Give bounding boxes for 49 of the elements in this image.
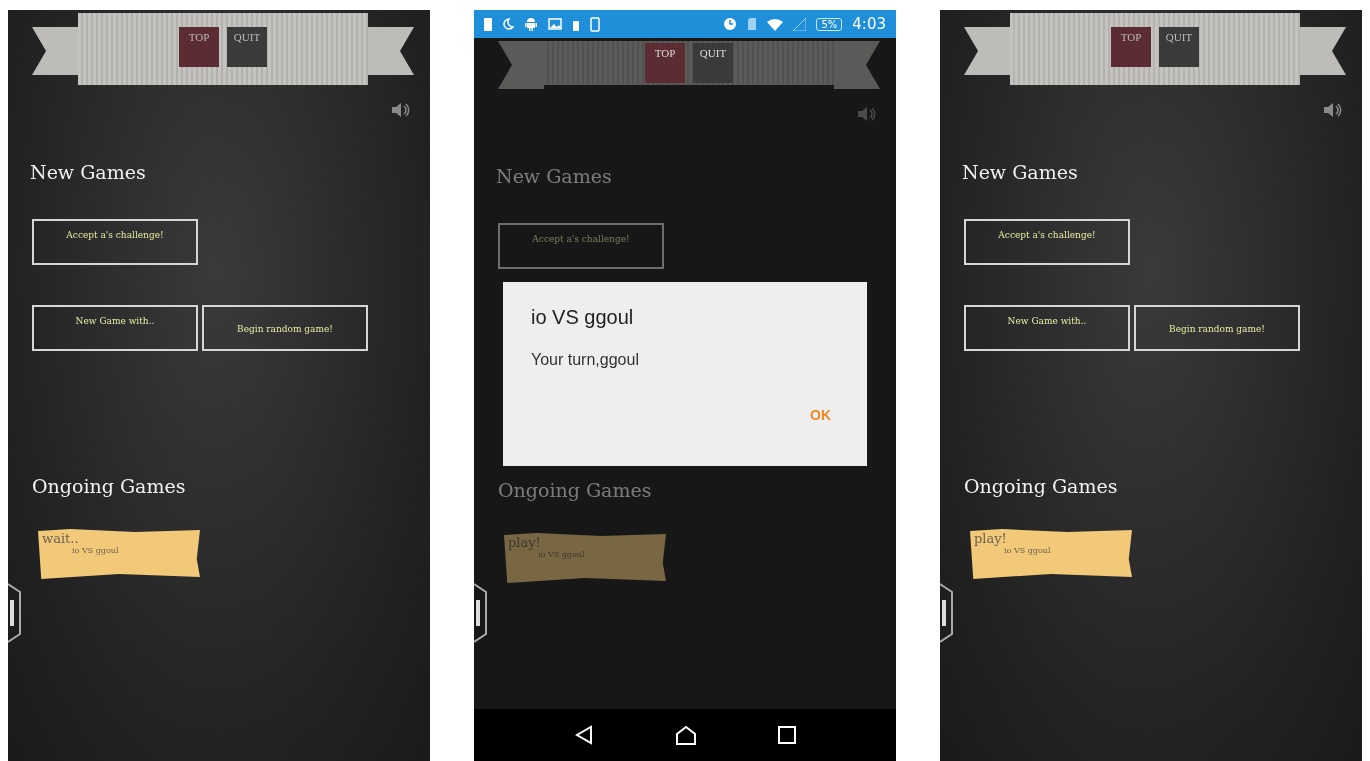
robot-icon — [524, 17, 538, 31]
wifi-icon — [767, 17, 784, 31]
ribbon-end-drawing — [32, 27, 78, 75]
signal-icon — [793, 17, 807, 31]
banner-button[interactable]: QUIT — [1159, 27, 1199, 67]
drawer-handle-icon[interactable] — [940, 580, 954, 646]
speaker-icon — [858, 107, 876, 121]
new-game-button[interactable]: New Game with.. — [964, 305, 1130, 351]
new-game-button[interactable]: New Game with.. — [32, 305, 198, 351]
clock-icon — [723, 17, 738, 31]
speaker-icon — [1324, 103, 1342, 117]
sd-card-icon — [747, 17, 758, 31]
home-icon[interactable] — [675, 725, 697, 745]
game-card[interactable]: play! io VS ggoul — [970, 529, 1132, 579]
image-icon — [548, 18, 562, 30]
ribbon-end-drawing — [1300, 27, 1346, 75]
drawer-handle-icon[interactable] — [474, 580, 488, 646]
dialog-title: io VS ggoul — [531, 306, 634, 329]
section-heading: New Games — [962, 161, 1078, 183]
game-card[interactable]: wait.. io VS ggoul — [38, 529, 200, 579]
moon-icon — [502, 18, 514, 30]
banner-button[interactable]: QUIT — [227, 27, 267, 67]
banner-button[interactable]: TOP — [179, 27, 219, 67]
banner-button[interactable]: TOP — [645, 43, 685, 83]
new-game-button[interactable]: Begin random game! — [202, 305, 368, 351]
section-heading: Ongoing Games — [32, 475, 186, 497]
ribbon-end-drawing — [964, 27, 1010, 75]
clock-time: 4:03 — [852, 15, 886, 33]
battery-level: 5% — [816, 17, 843, 31]
back-icon[interactable] — [574, 725, 595, 745]
banner-button[interactable]: TOP — [1111, 27, 1151, 67]
ribbon-end-drawing — [498, 41, 544, 89]
section-heading: Ongoing Games — [498, 479, 652, 501]
accept-challenge-button[interactable]: Accept a's challenge! — [498, 223, 664, 269]
battery-icon — [484, 17, 492, 31]
recent-apps-icon[interactable] — [777, 726, 796, 744]
dialog-message: Your turn,ggoul — [531, 351, 639, 369]
ribbon-end-drawing — [368, 27, 414, 75]
section-heading: New Games — [30, 161, 146, 183]
section-heading: New Games — [496, 165, 612, 187]
accept-challenge-button[interactable]: Accept a's challenge! — [32, 219, 198, 265]
section-heading: Ongoing Games — [964, 475, 1118, 497]
speaker-icon — [392, 103, 410, 117]
new-game-button[interactable]: Begin random game! — [1134, 305, 1300, 351]
drawer-handle-icon[interactable] — [8, 580, 22, 646]
banner-button[interactable]: QUIT — [693, 43, 733, 83]
phone-icon — [590, 16, 600, 32]
accept-challenge-button[interactable]: Accept a's challenge! — [964, 219, 1130, 265]
ribbon-end-drawing — [834, 41, 880, 89]
